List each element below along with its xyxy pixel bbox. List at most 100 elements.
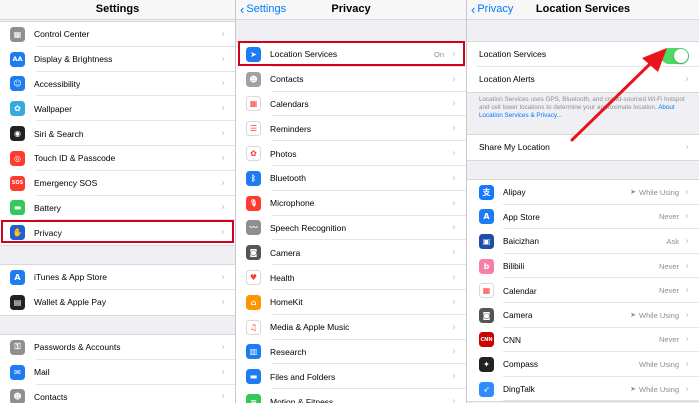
- list-item-microphone[interactable]: 🎙 Microphone ›: [236, 191, 466, 216]
- list-item-motion-fitness[interactable]: ≈ Motion & Fitness ›: [236, 389, 466, 403]
- battery-icon: ▬: [10, 200, 25, 216]
- app-permission: ➤ While Using: [630, 311, 679, 320]
- chevron-right-icon: ›: [685, 334, 689, 346]
- chevron-right-icon: ›: [685, 235, 689, 247]
- cnn-icon: CNN: [479, 332, 494, 348]
- app-row-calendar[interactable]: ▦ Calendar Never ›: [467, 278, 699, 303]
- research-icon: ▥: [246, 344, 261, 360]
- dingtalk-icon: ➶: [479, 381, 494, 397]
- location-arrow-icon: ➤: [630, 189, 636, 197]
- chevron-right-icon: ›: [452, 148, 456, 160]
- contacts-icon: ☻: [246, 71, 261, 87]
- list-item-research[interactable]: ▥ Research ›: [236, 340, 466, 365]
- location-services-toggle[interactable]: [661, 48, 689, 64]
- chevron-right-icon: ›: [221, 78, 225, 90]
- app-permission: ➤ While Using: [630, 188, 679, 197]
- privacy-panel: ‹ Settings Privacy ➤ Location Services On ›…: [236, 0, 466, 403]
- separator: [503, 400, 699, 402]
- mail-icon: ✉: [10, 364, 25, 380]
- app-permission-text: Never: [658, 286, 679, 296]
- app-row-alipay[interactable]: 支 Alipay ➤ While Using ›: [467, 180, 699, 205]
- list-item-label: Battery: [34, 202, 61, 213]
- list-item-passwords-accounts[interactable]: ⚿ Passwords & Accounts ›: [0, 335, 235, 360]
- list-item-display-brightness[interactable]: AA Display & Brightness ›: [0, 47, 235, 72]
- app-store-icon: A: [10, 269, 25, 285]
- list-item-homekit[interactable]: ⌂ HomeKit ›: [236, 290, 466, 315]
- health-heart-icon: ♥: [246, 270, 261, 286]
- app-permission-text: Never: [658, 335, 679, 345]
- list-item-bluetooth[interactable]: ᛒ Bluetooth ›: [236, 166, 466, 191]
- share-location-group: Share My Location ›: [467, 134, 699, 161]
- sos-icon: SOS: [10, 175, 25, 191]
- microphone-icon: 🎙: [246, 195, 261, 211]
- list-item-camera[interactable]: ◙ Camera ›: [236, 240, 466, 266]
- chevron-right-icon: ›: [221, 296, 225, 308]
- settings-nav-bar: Settings: [0, 0, 235, 20]
- list-item-touch-id-passcode[interactable]: ◎ Touch ID & Passcode ›: [0, 146, 235, 171]
- list-item-wallpaper[interactable]: ✿ Wallpaper ›: [0, 96, 235, 122]
- list-item-emergency-sos[interactable]: SOS Emergency SOS ›: [0, 171, 235, 196]
- list-item-label: Bluetooth: [270, 173, 306, 184]
- chevron-right-icon: ›: [221, 177, 225, 189]
- list-item-label: Microphone: [270, 198, 315, 209]
- chevron-right-icon: ›: [452, 346, 456, 358]
- location-arrow-icon: ➤: [630, 386, 636, 394]
- photos-icon: ✿: [246, 146, 261, 162]
- list-item-siri-search[interactable]: ◉ Siri & Search ›: [0, 121, 235, 146]
- app-row-cnn[interactable]: CNN CNN Never ›: [467, 328, 699, 353]
- chevron-right-icon: ›: [221, 391, 225, 403]
- list-item-contacts[interactable]: ☻ Contacts ›: [236, 67, 466, 92]
- share-my-location-label: Share My Location: [479, 142, 550, 153]
- list-item-speech-recognition[interactable]: 〰 Speech Recognition ›: [236, 216, 466, 241]
- list-item-label: HomeKit: [270, 297, 303, 308]
- app-permission-text: While Using: [638, 359, 679, 369]
- settings-panel: Settings ▦ Control Center › AA Display & Bri…: [0, 0, 235, 403]
- list-item-files-and-folders[interactable]: ▬ Files and Folders ›: [236, 364, 466, 390]
- list-item-photos[interactable]: ✿ Photos ›: [236, 141, 466, 166]
- chevron-right-icon: ›: [685, 211, 689, 223]
- chevron-right-icon: ›: [685, 285, 689, 297]
- touch-id-icon: ◎: [10, 150, 25, 166]
- list-item-location-services[interactable]: ➤ Location Services On ›: [236, 42, 466, 67]
- list-item-privacy[interactable]: ✋ Privacy ›: [0, 220, 235, 245]
- list-item-label: Camera: [270, 247, 301, 258]
- chevron-right-icon: ›: [685, 186, 689, 198]
- list-item-mail[interactable]: ✉ Mail ›: [0, 360, 235, 385]
- list-item-wallet-apple-pay[interactable]: ▤ Wallet & Apple Pay ›: [0, 290, 235, 315]
- settings-group-main: ▦ Control Center › AA Display & Brightness › ☺…: [0, 21, 235, 247]
- list-item-accessibility[interactable]: ☺ Accessibility ›: [0, 72, 235, 97]
- list-item-label: Photos: [270, 148, 297, 159]
- app-row-baicizhan[interactable]: ▣ Baicizhan Ask ›: [467, 229, 699, 254]
- app-row-app-store[interactable]: A App Store Never ›: [467, 205, 699, 230]
- app-row-compass[interactable]: ✦ Compass While Using ›: [467, 352, 699, 377]
- location-alerts-label: Location Alerts: [479, 74, 535, 85]
- app-row-dingtalk[interactable]: ➶ DingTalk ➤ While Using ›: [467, 377, 699, 402]
- chevron-right-icon: ›: [452, 123, 456, 135]
- chevron-right-icon: ›: [685, 141, 689, 153]
- privacy-nav-bar: ‹ Settings Privacy: [236, 0, 466, 20]
- list-item-label: Accessibility: [34, 78, 81, 89]
- app-row-camera[interactable]: ◙ Camera ➤ While Using ›: [467, 303, 699, 328]
- list-item-calendars[interactable]: ▦ Calendars ›: [236, 92, 466, 117]
- list-item-label: Wallet & Apple Pay: [34, 297, 106, 308]
- location-alerts-row[interactable]: Location Alerts ›: [467, 67, 699, 92]
- list-item-health[interactable]: ♥ Health ›: [236, 265, 466, 290]
- app-permission: Never: [659, 262, 679, 271]
- list-item-contacts[interactable]: ☻ Contacts ›: [0, 385, 235, 403]
- chevron-right-icon: ›: [452, 272, 456, 284]
- baicizhan-icon: ▣: [479, 233, 494, 249]
- app-permission: Never: [659, 335, 679, 344]
- list-item-itunes-app-store[interactable]: AiTunes & App Store ›: [0, 265, 235, 290]
- chevron-right-icon: ›: [221, 341, 225, 353]
- list-item-control-center[interactable]: ▦ Control Center ›: [0, 22, 235, 47]
- share-my-location-row[interactable]: Share My Location ›: [467, 135, 699, 160]
- chevron-right-icon: ›: [685, 260, 689, 272]
- list-item-battery[interactable]: ▬ Battery ›: [0, 196, 235, 221]
- list-item-label: iTunes & App Store: [34, 272, 107, 283]
- app-row-bilibili[interactable]: b Bilibili Never ›: [467, 254, 699, 279]
- list-item-reminders[interactable]: ☰ Reminders ›: [236, 116, 466, 142]
- list-item-media-apple-music[interactable]: ♫ Media & Apple Music ›: [236, 315, 466, 340]
- chevron-right-icon: ›: [685, 383, 689, 395]
- folder-icon: ▬: [246, 369, 261, 385]
- contacts-icon: ☻: [10, 389, 25, 403]
